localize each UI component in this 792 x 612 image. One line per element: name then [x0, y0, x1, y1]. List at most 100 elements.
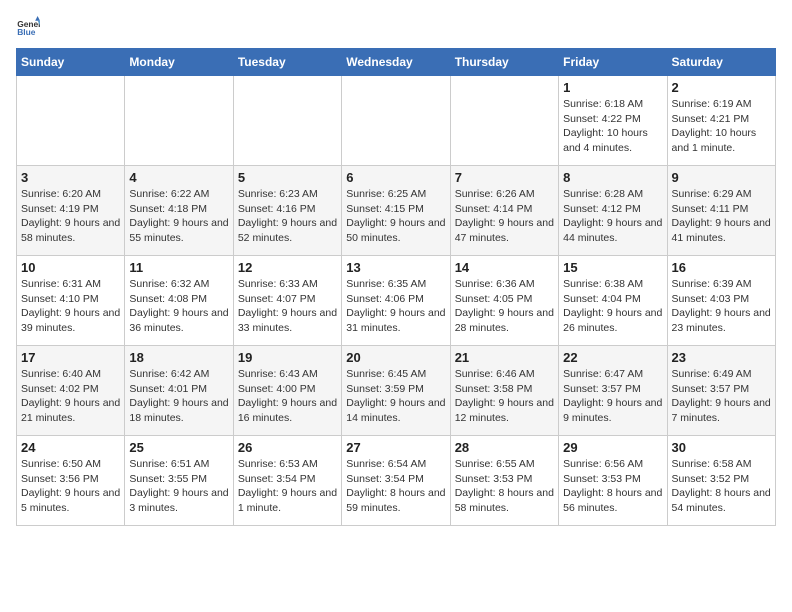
day-number: 29 — [563, 440, 662, 455]
calendar-day-cell: 26Sunrise: 6:53 AM Sunset: 3:54 PM Dayli… — [233, 436, 341, 526]
day-number: 3 — [21, 170, 120, 185]
day-number: 16 — [672, 260, 771, 275]
calendar-day-cell — [17, 76, 125, 166]
calendar-day-cell: 21 Sunrise: 6:46 AM Sunset: 3:58 PM Dayli… — [450, 346, 558, 436]
day-number: 7 — [455, 170, 554, 185]
day-number: 28 — [455, 440, 554, 455]
calendar-day-cell: 10 Sunrise: 6:31 AM Sunset: 4:10 PM Dayli… — [17, 256, 125, 346]
day-number: 27 — [346, 440, 445, 455]
day-number: 15 — [563, 260, 662, 275]
calendar-day-cell: 3Sunrise: 6:20 AM Sunset: 4:19 PM Daylig… — [17, 166, 125, 256]
weekday-header-cell: Friday — [559, 49, 667, 76]
day-info: Sunrise: 6:47 AM Sunset: 3:57 PM Dayligh… — [563, 367, 662, 426]
svg-text:Blue: Blue — [17, 27, 36, 37]
day-info: Sunrise: 6:46 AM Sunset: 3:58 PM Dayligh… — [455, 367, 554, 426]
logo: General Blue — [16, 16, 44, 40]
calendar-day-cell: 16 Sunrise: 6:39 AM Sunset: 4:03 PM Dayli… — [667, 256, 775, 346]
day-info: Sunrise: 6:38 AM Sunset: 4:04 PM Dayligh… — [563, 277, 662, 336]
calendar-week-row: 10 Sunrise: 6:31 AM Sunset: 4:10 PM Dayli… — [17, 256, 776, 346]
calendar-week-row: 17 Sunrise: 6:40 AM Sunset: 4:02 PM Dayli… — [17, 346, 776, 436]
day-info: Sunrise: 6:45 AM Sunset: 3:59 PM Dayligh… — [346, 367, 445, 426]
day-info: Sunrise: 6:43 AM Sunset: 4:00 PM Dayligh… — [238, 367, 337, 426]
day-info: Sunrise: 6:49 AM Sunset: 3:57 PM Dayligh… — [672, 367, 771, 426]
calendar-day-cell — [125, 76, 233, 166]
day-number: 9 — [672, 170, 771, 185]
day-number: 2 — [672, 80, 771, 95]
day-number: 10 — [21, 260, 120, 275]
day-number: 8 — [563, 170, 662, 185]
calendar-week-row: 24 Sunrise: 6:50 AM Sunset: 3:56 PM Dayli… — [17, 436, 776, 526]
day-info: Sunrise: 6:31 AM Sunset: 4:10 PM Dayligh… — [21, 277, 120, 336]
calendar-day-cell: 19 Sunrise: 6:43 AM Sunset: 4:00 PM Dayli… — [233, 346, 341, 436]
day-info: Sunrise: 6:51 AM Sunset: 3:55 PM Dayligh… — [129, 457, 228, 516]
day-info: Sunrise: 6:50 AM Sunset: 3:56 PM Dayligh… — [21, 457, 120, 516]
day-number: 12 — [238, 260, 337, 275]
day-info: Sunrise: 6:28 AM Sunset: 4:12 PM Dayligh… — [563, 187, 662, 246]
calendar-day-cell: 7 Sunrise: 6:26 AM Sunset: 4:14 PM Daylig… — [450, 166, 558, 256]
day-info: Sunrise: 6:55 AM Sunset: 3:53 PM Dayligh… — [455, 457, 554, 516]
day-info: Sunrise: 6:36 AM Sunset: 4:05 PM Dayligh… — [455, 277, 554, 336]
day-number: 17 — [21, 350, 120, 365]
day-info: Sunrise: 6:56 AM Sunset: 3:53 PM Dayligh… — [563, 457, 662, 516]
calendar-day-cell: 22 Sunrise: 6:47 AM Sunset: 3:57 PM Dayli… — [559, 346, 667, 436]
day-number: 19 — [238, 350, 337, 365]
day-info: Sunrise: 6:33 AM Sunset: 4:07 PM Dayligh… — [238, 277, 337, 336]
calendar-day-cell: 13Sunrise: 6:35 AM Sunset: 4:06 PM Dayli… — [342, 256, 450, 346]
day-number: 20 — [346, 350, 445, 365]
weekday-header-cell: Wednesday — [342, 49, 450, 76]
weekday-header-cell: Thursday — [450, 49, 558, 76]
weekday-header-cell: Tuesday — [233, 49, 341, 76]
day-number: 1 — [563, 80, 662, 95]
day-number: 24 — [21, 440, 120, 455]
calendar-table: SundayMondayTuesdayWednesdayThursdayFrid… — [16, 48, 776, 526]
weekday-header-row: SundayMondayTuesdayWednesdayThursdayFrid… — [17, 49, 776, 76]
day-info: Sunrise: 6:39 AM Sunset: 4:03 PM Dayligh… — [672, 277, 771, 336]
day-number: 23 — [672, 350, 771, 365]
day-number: 4 — [129, 170, 228, 185]
day-number: 13 — [346, 260, 445, 275]
calendar-day-cell — [233, 76, 341, 166]
day-info: Sunrise: 6:23 AM Sunset: 4:16 PM Dayligh… — [238, 187, 337, 246]
day-number: 25 — [129, 440, 228, 455]
page-header: General Blue — [16, 16, 776, 40]
day-number: 21 — [455, 350, 554, 365]
calendar-day-cell: 9 Sunrise: 6:29 AM Sunset: 4:11 PM Daylig… — [667, 166, 775, 256]
day-info: Sunrise: 6:25 AM Sunset: 4:15 PM Dayligh… — [346, 187, 445, 246]
calendar-day-cell: 14Sunrise: 6:36 AM Sunset: 4:05 PM Dayli… — [450, 256, 558, 346]
calendar-day-cell: 28 Sunrise: 6:55 AM Sunset: 3:53 PM Dayli… — [450, 436, 558, 526]
day-number: 5 — [238, 170, 337, 185]
calendar-day-cell: 20 Sunrise: 6:45 AM Sunset: 3:59 PM Dayli… — [342, 346, 450, 436]
calendar-day-cell: 12 Sunrise: 6:33 AM Sunset: 4:07 PM Dayli… — [233, 256, 341, 346]
calendar-day-cell: 25 Sunrise: 6:51 AM Sunset: 3:55 PM Dayli… — [125, 436, 233, 526]
calendar-day-cell: 5 Sunrise: 6:23 AM Sunset: 4:16 PM Daylig… — [233, 166, 341, 256]
day-info: Sunrise: 6:18 AM Sunset: 4:22 PM Dayligh… — [563, 97, 662, 156]
calendar-day-cell: 23 Sunrise: 6:49 AM Sunset: 3:57 PM Dayli… — [667, 346, 775, 436]
day-info: Sunrise: 6:40 AM Sunset: 4:02 PM Dayligh… — [21, 367, 120, 426]
day-number: 22 — [563, 350, 662, 365]
weekday-header-cell: Monday — [125, 49, 233, 76]
calendar-day-cell: 17 Sunrise: 6:40 AM Sunset: 4:02 PM Dayli… — [17, 346, 125, 436]
calendar-day-cell: 18Sunrise: 6:42 AM Sunset: 4:01 PM Dayli… — [125, 346, 233, 436]
weekday-header-cell: Sunday — [17, 49, 125, 76]
calendar-day-cell: 8 Sunrise: 6:28 AM Sunset: 4:12 PM Daylig… — [559, 166, 667, 256]
calendar-day-cell: 11Sunrise: 6:32 AM Sunset: 4:08 PM Dayli… — [125, 256, 233, 346]
calendar-day-cell: 27 Sunrise: 6:54 AM Sunset: 3:54 PM Dayli… — [342, 436, 450, 526]
day-info: Sunrise: 6:19 AM Sunset: 4:21 PM Dayligh… — [672, 97, 771, 156]
weekday-header-cell: Saturday — [667, 49, 775, 76]
day-info: Sunrise: 6:22 AM Sunset: 4:18 PM Dayligh… — [129, 187, 228, 246]
day-info: Sunrise: 6:26 AM Sunset: 4:14 PM Dayligh… — [455, 187, 554, 246]
day-info: Sunrise: 6:54 AM Sunset: 3:54 PM Dayligh… — [346, 457, 445, 516]
calendar-week-row: 3Sunrise: 6:20 AM Sunset: 4:19 PM Daylig… — [17, 166, 776, 256]
calendar-day-cell: 24 Sunrise: 6:50 AM Sunset: 3:56 PM Dayli… — [17, 436, 125, 526]
calendar-day-cell: 1 Sunrise: 6:18 AM Sunset: 4:22 PM Daylig… — [559, 76, 667, 166]
calendar-day-cell: 4 Sunrise: 6:22 AM Sunset: 4:18 PM Daylig… — [125, 166, 233, 256]
day-number: 30 — [672, 440, 771, 455]
calendar-day-cell: 29 Sunrise: 6:56 AM Sunset: 3:53 PM Dayli… — [559, 436, 667, 526]
day-number: 6 — [346, 170, 445, 185]
day-info: Sunrise: 6:29 AM Sunset: 4:11 PM Dayligh… — [672, 187, 771, 246]
calendar-day-cell: 2 Sunrise: 6:19 AM Sunset: 4:21 PM Daylig… — [667, 76, 775, 166]
day-info: Sunrise: 6:32 AM Sunset: 4:08 PM Dayligh… — [129, 277, 228, 336]
calendar-day-cell: 15 Sunrise: 6:38 AM Sunset: 4:04 PM Dayli… — [559, 256, 667, 346]
calendar-body: 1 Sunrise: 6:18 AM Sunset: 4:22 PM Daylig… — [17, 76, 776, 526]
day-info: Sunrise: 6:58 AM Sunset: 3:52 PM Dayligh… — [672, 457, 771, 516]
